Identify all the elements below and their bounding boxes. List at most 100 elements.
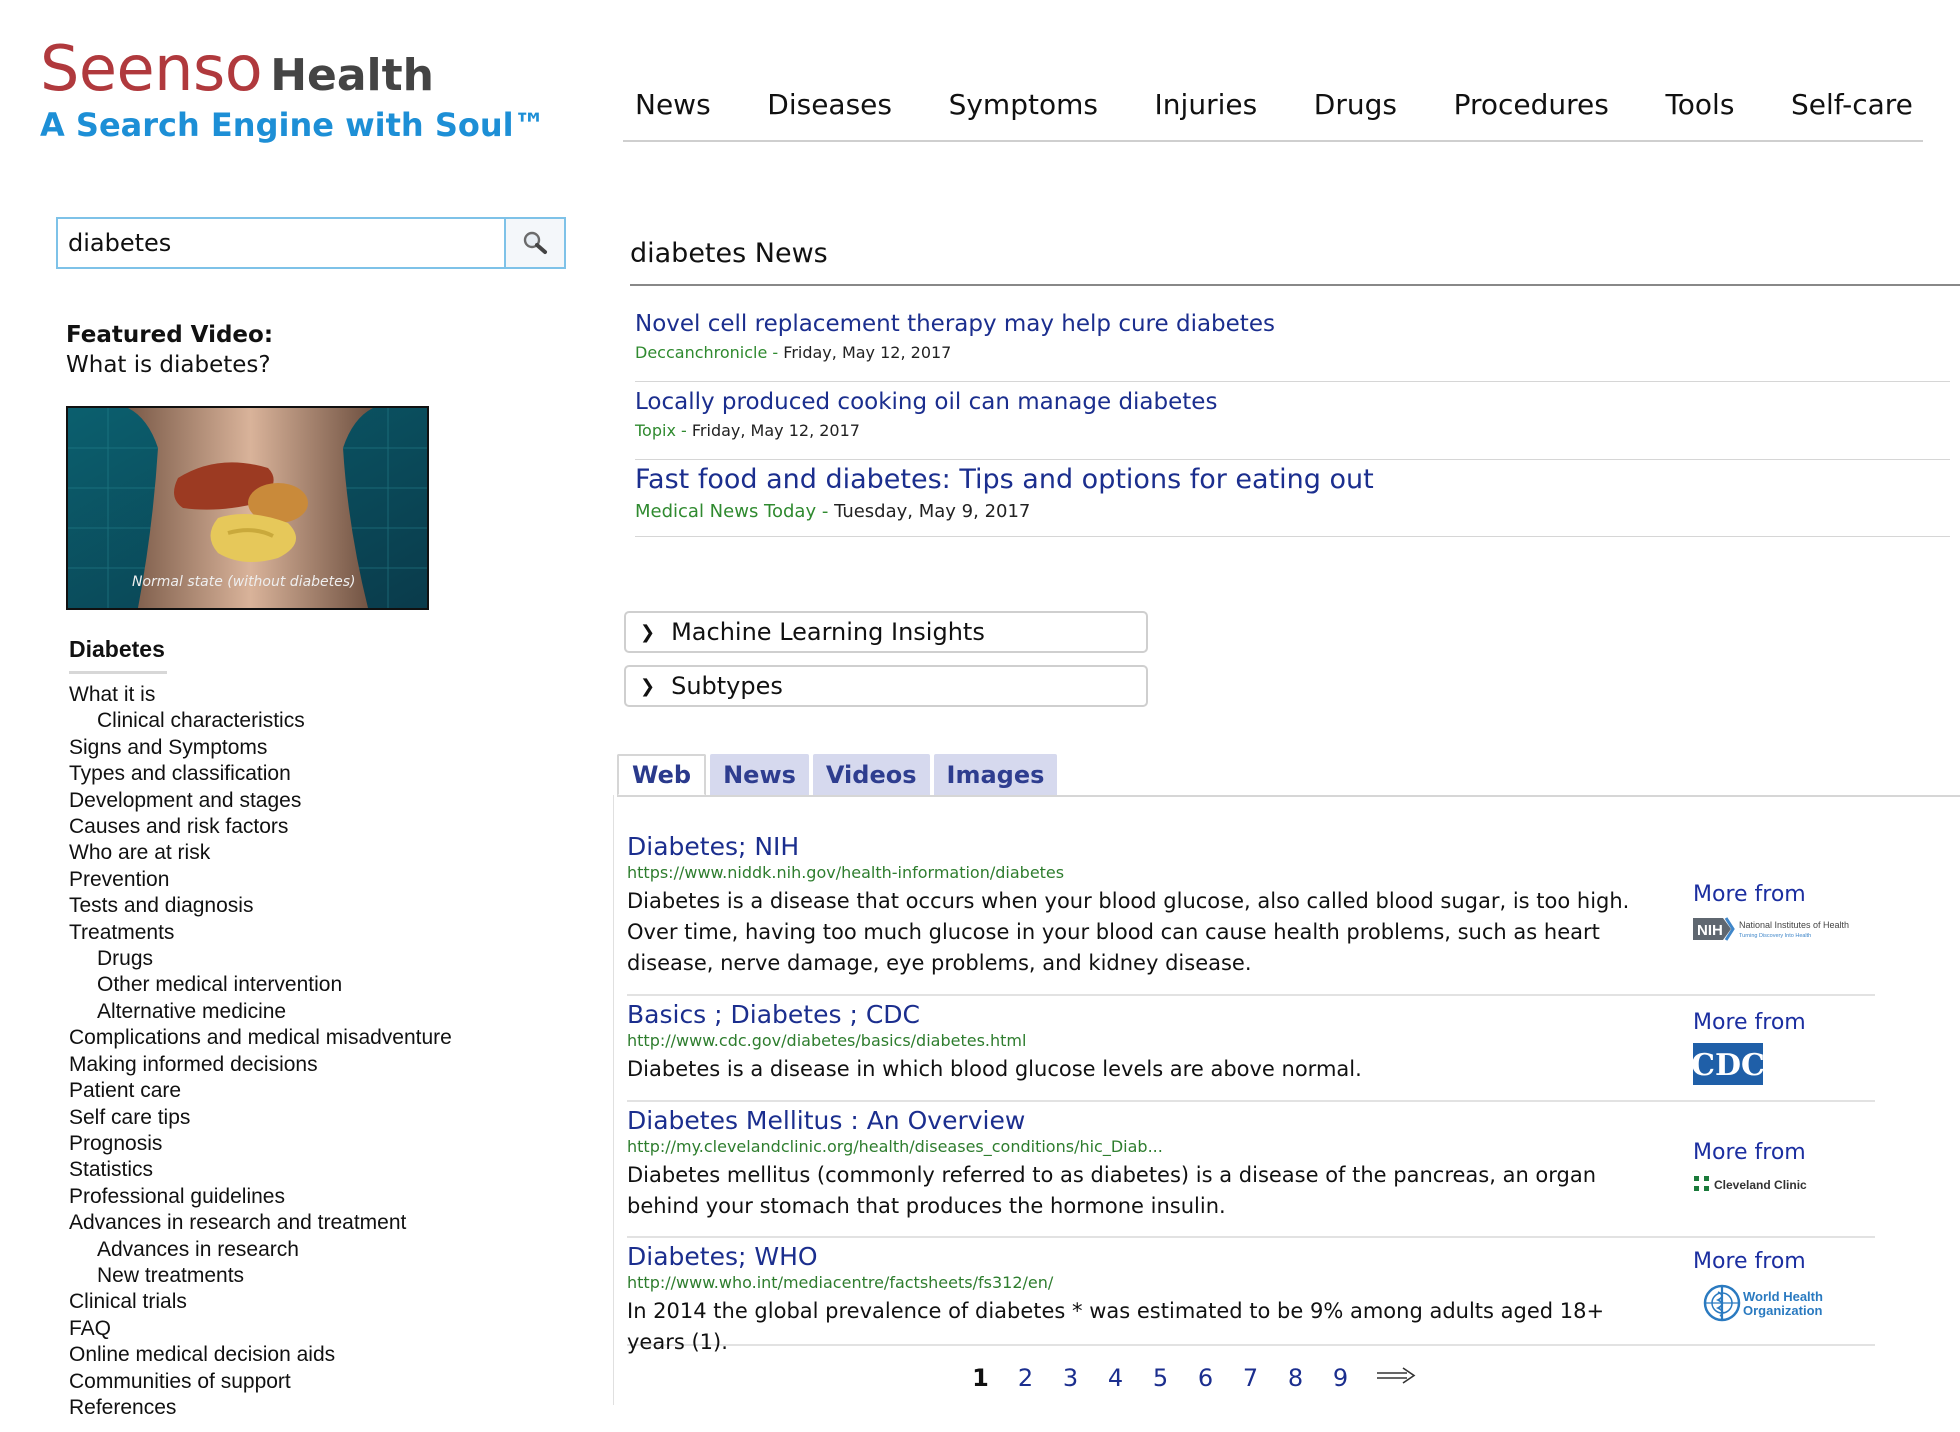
tab-news[interactable]: News [710,754,809,796]
nav-news[interactable]: News [635,88,711,121]
featured-video-heading: Featured Video: What is diabetes? [66,320,273,380]
tab-images[interactable]: Images [933,754,1058,796]
result-title-link[interactable]: Diabetes Mellitus : An Overview [627,1106,1025,1135]
toc-item[interactable]: Development and stages [69,788,452,814]
tab-web[interactable]: Web [617,754,707,796]
toc-item[interactable]: Drugs [69,946,452,972]
toc-item[interactable]: Statistics [69,1157,452,1183]
toc-item[interactable]: Who are at risk [69,840,452,866]
page-link-2[interactable]: 2 [1003,1364,1048,1392]
toc-item[interactable]: Professional guidelines [69,1184,452,1210]
search-result: Diabetes; WHO http://www.who.int/mediace… [627,1242,1651,1354]
top-nav: News Diseases Symptoms Injuries Drugs Pr… [623,88,1923,142]
nav-symptoms[interactable]: Symptoms [949,88,1098,121]
toc-item[interactable]: Treatments [69,920,452,946]
toc-item[interactable]: Clinical characteristics [69,708,452,734]
toc-item[interactable]: FAQ [69,1316,452,1342]
result-url[interactable]: http://my.clevelandclinic.org/health/dis… [627,1137,1651,1156]
nih-logo[interactable]: NIH National Institutes of Health Turnin… [1693,915,1875,947]
toc-item[interactable]: Prevention [69,867,452,893]
more-from-link[interactable]: More from [1693,1010,1875,1035]
page-link-6[interactable]: 6 [1183,1364,1228,1392]
news-source[interactable]: Medical News Today [635,501,816,522]
featured-video-title[interactable]: What is diabetes? [66,350,273,380]
nav-diseases[interactable]: Diseases [767,88,892,121]
toc-item[interactable]: Other medical intervention [69,972,452,998]
more-from-link[interactable]: More from [1693,1140,1875,1165]
nav-drugs[interactable]: Drugs [1314,88,1397,121]
more-from-link[interactable]: More from [1693,1249,1875,1274]
result-title-link[interactable]: Diabetes; NIH [627,832,799,861]
cleveland-clinic-logo[interactable]: Cleveland Clinic [1693,1173,1875,1199]
toc-item[interactable]: What it is [69,682,452,708]
page-link-5[interactable]: 5 [1138,1364,1183,1392]
nih-logo-subtext: Turning Discovery Into Health [1739,933,1811,939]
result-url[interactable]: http://www.who.int/mediacentre/factsheet… [627,1273,1651,1292]
page-link-1[interactable]: 1 [958,1364,1003,1392]
toc-item[interactable]: Complications and medical misadventure [69,1025,452,1051]
video-caption: Normal state (without diabetes) [132,574,356,590]
nav-self-care[interactable]: Self-care [1791,88,1913,121]
toc-item[interactable]: Making informed decisions [69,1052,452,1078]
who-logo-line1: World Health [1743,1289,1823,1304]
panel-machine-learning-insights[interactable]: ❯ Machine Learning Insights [624,611,1148,653]
toc-item[interactable]: Alternative medicine [69,999,452,1025]
page-link-9[interactable]: 9 [1318,1364,1363,1392]
result-url[interactable]: https://www.niddk.nih.gov/health-informa… [627,863,1651,882]
toc-item[interactable]: Online medical decision aids [69,1342,452,1368]
toc-item[interactable]: Patient care [69,1078,452,1104]
news-source[interactable]: Topix [635,421,676,440]
news-title-link[interactable]: Fast food and diabetes: Tips and options… [635,464,1374,495]
toc-item[interactable]: References [69,1395,452,1421]
news-source[interactable]: Deccanchronicle [635,343,767,362]
toc-item[interactable]: Causes and risk factors [69,814,452,840]
toc-item[interactable]: Advances in research [69,1237,452,1263]
page-link-7[interactable]: 7 [1228,1364,1273,1392]
page-link-3[interactable]: 3 [1048,1364,1093,1392]
brand-name: Seenso [40,32,263,105]
nav-procedures[interactable]: Procedures [1454,88,1609,121]
toc-item[interactable]: Prognosis [69,1131,452,1157]
result-title-link[interactable]: Diabetes; WHO [627,1242,818,1271]
tabs-divider [617,795,1960,797]
result-snippet: Diabetes is a disease that occurs when y… [627,889,1630,975]
news-title-link[interactable]: Locally produced cooking oil can manage … [635,389,1217,415]
arrow-right-icon [1377,1367,1416,1384]
more-from-link[interactable]: More from [1693,882,1875,907]
toc-item[interactable]: Clinical trials [69,1289,452,1315]
column-divider [613,795,614,1405]
site-logo[interactable]: Seenso Health A Search Engine with Soul™ [40,38,546,145]
cdc-logo[interactable]: CDC [1691,1043,1875,1089]
toc-item[interactable]: Signs and Symptoms [69,735,452,761]
news-title-link[interactable]: Novel cell replacement therapy may help … [635,311,1275,337]
featured-video-thumbnail[interactable]: Normal state (without diabetes) [66,406,429,610]
panel-label: Machine Learning Insights [671,618,985,646]
featured-video-label: Featured Video: [66,322,274,348]
more-from-source: More from NIH National Institutes of Hea… [1650,878,1875,996]
toc-list: What it is Clinical characteristics Signs … [69,682,452,1421]
toc-item[interactable]: Self care tips [69,1105,452,1131]
toc-item[interactable]: Tests and diagnosis [69,893,452,919]
page-link-8[interactable]: 8 [1273,1364,1318,1392]
search-button[interactable] [504,219,564,267]
who-logo[interactable]: World Health Organization [1693,1282,1875,1328]
search-result: Diabetes; NIH https://www.niddk.nih.gov/… [627,832,1651,996]
brand-suffix: Health [270,50,434,101]
toc-item[interactable]: Advances in research and treatment [69,1210,452,1236]
toc-item[interactable]: Communities of support [69,1369,452,1395]
result-url[interactable]: http://www.cdc.gov/diabetes/basics/diabe… [627,1031,1651,1050]
news-heading: diabetes News [630,238,828,269]
panel-subtypes[interactable]: ❯ Subtypes [624,665,1148,707]
more-from-source: More from World Health Organization [1650,1245,1875,1346]
news-heading-divider [630,284,1960,286]
next-page-button[interactable] [1375,1367,1417,1389]
page-link-4[interactable]: 4 [1093,1364,1138,1392]
tab-videos[interactable]: Videos [812,754,930,796]
result-tabs: Web News Videos Images [617,754,1061,796]
toc-item[interactable]: New treatments [69,1263,452,1289]
result-title-link[interactable]: Basics ; Diabetes ; CDC [627,1000,920,1029]
nav-tools[interactable]: Tools [1665,88,1734,121]
nav-injuries[interactable]: Injuries [1155,88,1258,121]
search-input[interactable] [58,219,504,267]
toc-item[interactable]: Types and classification [69,761,452,787]
